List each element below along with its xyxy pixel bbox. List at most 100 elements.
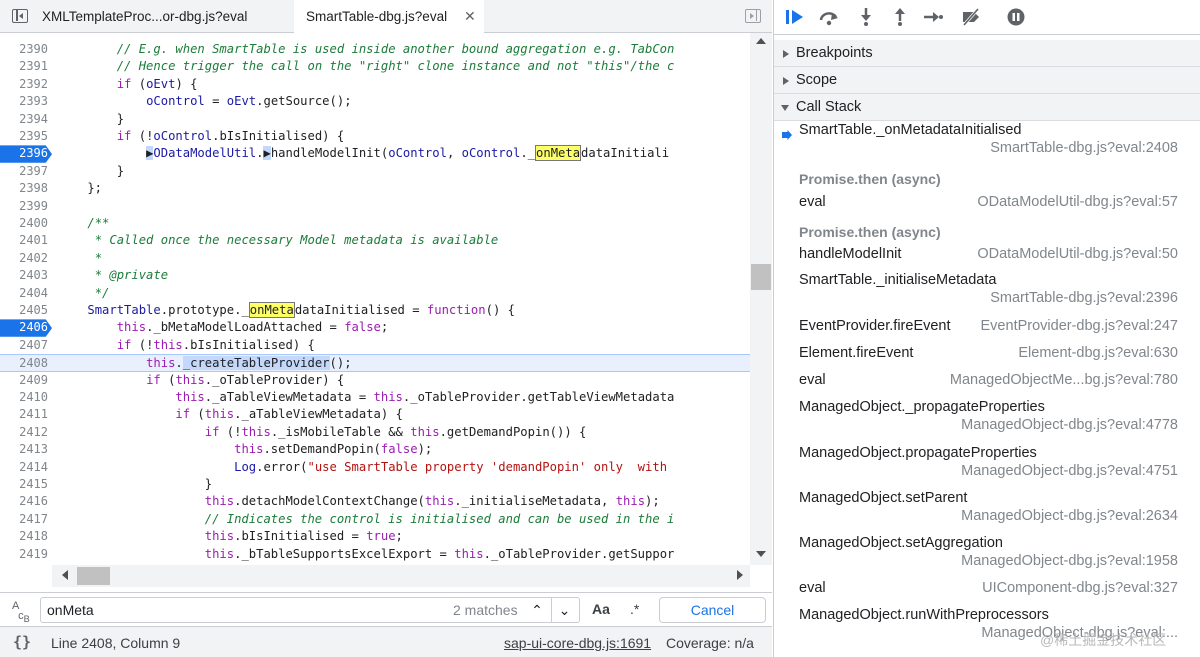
frame-location-link[interactable]: ManagedObject-dbg.js?eval:4778 xyxy=(961,417,1178,433)
call-frame[interactable]: Element.fireEvent Element-dbg.js?eval:630 xyxy=(774,345,1200,371)
code-line[interactable]: 2418 this.bIsInitialised = true; xyxy=(0,528,750,545)
code-line[interactable]: 2417 // Indicates the control is initial… xyxy=(0,511,750,528)
code-line[interactable]: 2407 if (!this.bIsInitialised) { xyxy=(0,337,750,354)
code-line[interactable]: 2412 if (!this._isMobileTable && this.ge… xyxy=(0,424,750,441)
code-line[interactable]: 2414 Log.error("use SmartTable property … xyxy=(0,459,750,476)
frame-location-link[interactable]: EventProvider-dbg.js?eval:247 xyxy=(981,318,1178,334)
step-into-icon[interactable] xyxy=(855,7,877,27)
line-number[interactable]: 2392 xyxy=(0,76,52,93)
call-frame[interactable]: ManagedObject.setAggregation ManagedObjec… xyxy=(774,535,1200,579)
code-line[interactable]: 2400 /** xyxy=(0,215,750,232)
code-line[interactable]: 2415 } xyxy=(0,476,750,493)
toggle-navigator-icon[interactable] xyxy=(12,9,28,23)
line-number[interactable]: 2393 xyxy=(0,93,52,110)
line-number[interactable]: 2411 xyxy=(0,406,52,423)
line-number[interactable]: 2402 xyxy=(0,250,52,267)
frame-location-link[interactable]: ManagedObject-dbg.js?eval:4751 xyxy=(961,463,1178,479)
step-out-icon[interactable] xyxy=(889,7,911,27)
horizontal-scrollbar[interactable] xyxy=(52,565,750,587)
toggle-debugger-icon[interactable] xyxy=(745,9,761,23)
line-number[interactable]: 2419 xyxy=(0,546,52,563)
call-frame[interactable]: EventProvider.fireEvent EventProvider-dbg… xyxy=(774,318,1200,344)
code-line[interactable]: 2393 oControl = oEvt.getSource(); xyxy=(0,93,750,110)
frame-location-link[interactable]: ManagedObject-dbg.js?eval:1958 xyxy=(961,553,1178,569)
scope-section-header[interactable]: Scope xyxy=(774,67,1200,94)
code-view[interactable]: 2390 // E.g. when SmartTable is used ins… xyxy=(0,33,772,565)
code-line[interactable]: 2394 } xyxy=(0,111,750,128)
frame-location-link[interactable]: ManagedObjectMe...bg.js?eval:780 xyxy=(950,372,1178,388)
line-number[interactable]: 2408 xyxy=(0,355,52,372)
call-frame[interactable]: ManagedObject.setParent ManagedObject-dbg… xyxy=(774,490,1200,534)
call-frame[interactable]: handleModelInit ODataModelUtil-dbg.js?eva… xyxy=(774,246,1200,272)
vertical-scrollbar[interactable] xyxy=(750,33,772,565)
line-number[interactable]: 2415 xyxy=(0,476,52,493)
line-number[interactable]: 2394 xyxy=(0,111,52,128)
call-frame[interactable]: eval UIComponent-dbg.js?eval:327 xyxy=(774,580,1200,606)
line-number[interactable]: 2413 xyxy=(0,441,52,458)
pause-on-exceptions-icon[interactable] xyxy=(1005,7,1027,27)
frame-location-link[interactable]: ManagedObject-dbg.js?eval:2634 xyxy=(961,508,1178,524)
line-number[interactable]: 2404 xyxy=(0,285,52,302)
frame-location-link[interactable]: SmartTable-dbg.js?eval:2396 xyxy=(990,290,1178,306)
cancel-button[interactable]: Cancel xyxy=(659,597,766,623)
call-frame[interactable]: SmartTable._onMetadataInitialised SmartTa… xyxy=(774,122,1200,166)
next-match-button[interactable]: ⌄ xyxy=(551,597,577,623)
scroll-up-arrow-icon[interactable] xyxy=(756,38,766,44)
code-line[interactable]: 2391 // Hence trigger the call on the "r… xyxy=(0,58,750,75)
resume-icon[interactable] xyxy=(784,7,806,27)
line-number[interactable]: 2401 xyxy=(0,232,52,249)
vertical-scroll-thumb[interactable] xyxy=(751,264,771,290)
scroll-left-arrow-icon[interactable] xyxy=(62,570,68,580)
call-frame[interactable]: eval ODataModelUtil-dbg.js?eval:57 xyxy=(774,194,1200,220)
breakpoint-line-number[interactable]: 2396 xyxy=(0,145,52,163)
line-number[interactable]: 2398 xyxy=(0,180,52,197)
line-number[interactable]: 2399 xyxy=(0,198,52,215)
code-line[interactable]: 2416 this.detachModelContextChange(this.… xyxy=(0,493,750,510)
frame-location-link[interactable]: Element-dbg.js?eval:630 xyxy=(1018,345,1178,361)
scroll-down-arrow-icon[interactable] xyxy=(756,551,766,557)
close-tab-icon[interactable]: ✕ xyxy=(464,0,476,33)
previous-match-button[interactable]: ⌃ xyxy=(524,597,550,623)
code-line[interactable]: 2395 if (!oControl.bIsInitialised) { xyxy=(0,128,750,145)
code-line[interactable]: 2405 SmartTable.prototype._onMetadataIni… xyxy=(0,302,750,319)
code-line[interactable]: 2392 if (oEvt) { xyxy=(0,76,750,93)
call-frame[interactable]: ManagedObject._propagateProperties Manage… xyxy=(774,399,1200,443)
regex-button[interactable]: .* xyxy=(630,601,639,617)
frame-location-link[interactable]: UIComponent-dbg.js?eval:327 xyxy=(982,580,1178,596)
call-frame[interactable]: SmartTable._initialiseMetadata SmartTable… xyxy=(774,272,1200,316)
line-number[interactable]: 2400 xyxy=(0,215,52,232)
code-line[interactable]: 2408 this._createTableProvider(); xyxy=(0,354,750,372)
code-line[interactable]: 2413 this.setDemandPopin(false); xyxy=(0,441,750,458)
frame-location-link[interactable]: ODataModelUtil-dbg.js?eval:57 xyxy=(977,194,1178,210)
frame-location-link[interactable]: SmartTable-dbg.js?eval:2408 xyxy=(990,140,1178,156)
frame-location-link[interactable]: ODataModelUtil-dbg.js?eval:50 xyxy=(977,246,1178,262)
line-number[interactable]: 2417 xyxy=(0,511,52,528)
breakpoint-line-number[interactable]: 2406 xyxy=(0,319,52,337)
source-file-link[interactable]: sap-ui-core-dbg.js:1691 xyxy=(504,635,651,651)
code-line[interactable]: 2410 this._aTableViewMetadata = this._oT… xyxy=(0,389,750,406)
call-stack-section-header[interactable]: Call Stack xyxy=(774,94,1200,121)
breakpoints-section-header[interactable]: Breakpoints xyxy=(774,40,1200,67)
line-number[interactable]: 2390 xyxy=(0,41,52,58)
horizontal-scroll-thumb[interactable] xyxy=(77,567,110,585)
code-line[interactable]: 2390 // E.g. when SmartTable is used ins… xyxy=(0,41,750,58)
code-line[interactable]: 2406 this._bMetaModelLoadAttached = fals… xyxy=(0,319,750,337)
code-line[interactable]: 2401 * Called once the necessary Model m… xyxy=(0,232,750,249)
pretty-print-button[interactable]: {} xyxy=(13,633,31,651)
step-icon[interactable] xyxy=(922,7,944,27)
line-number[interactable]: 2407 xyxy=(0,337,52,354)
code-line[interactable]: 2399 xyxy=(0,198,750,215)
line-number[interactable]: 2418 xyxy=(0,528,52,545)
code-line[interactable]: 2396 ▶ODataModelUtil.▶handleModelInit(oC… xyxy=(0,145,750,163)
code-line[interactable]: 2403 * @private xyxy=(0,267,750,284)
code-line[interactable]: 2402 * xyxy=(0,250,750,267)
code-line[interactable]: 2411 if (this._aTableViewMetadata) { xyxy=(0,406,750,423)
replace-toggle-icon[interactable]: A cB xyxy=(12,600,30,624)
line-number[interactable]: 2397 xyxy=(0,163,52,180)
tab-smart-table[interactable]: SmartTable-dbg.js?eval ✕ xyxy=(294,0,484,33)
line-number[interactable]: 2395 xyxy=(0,128,52,145)
match-case-button[interactable]: Aa xyxy=(592,601,610,617)
code-line[interactable]: 2398 }; xyxy=(0,180,750,197)
line-number[interactable]: 2405 xyxy=(0,302,52,319)
line-number[interactable]: 2414 xyxy=(0,459,52,476)
